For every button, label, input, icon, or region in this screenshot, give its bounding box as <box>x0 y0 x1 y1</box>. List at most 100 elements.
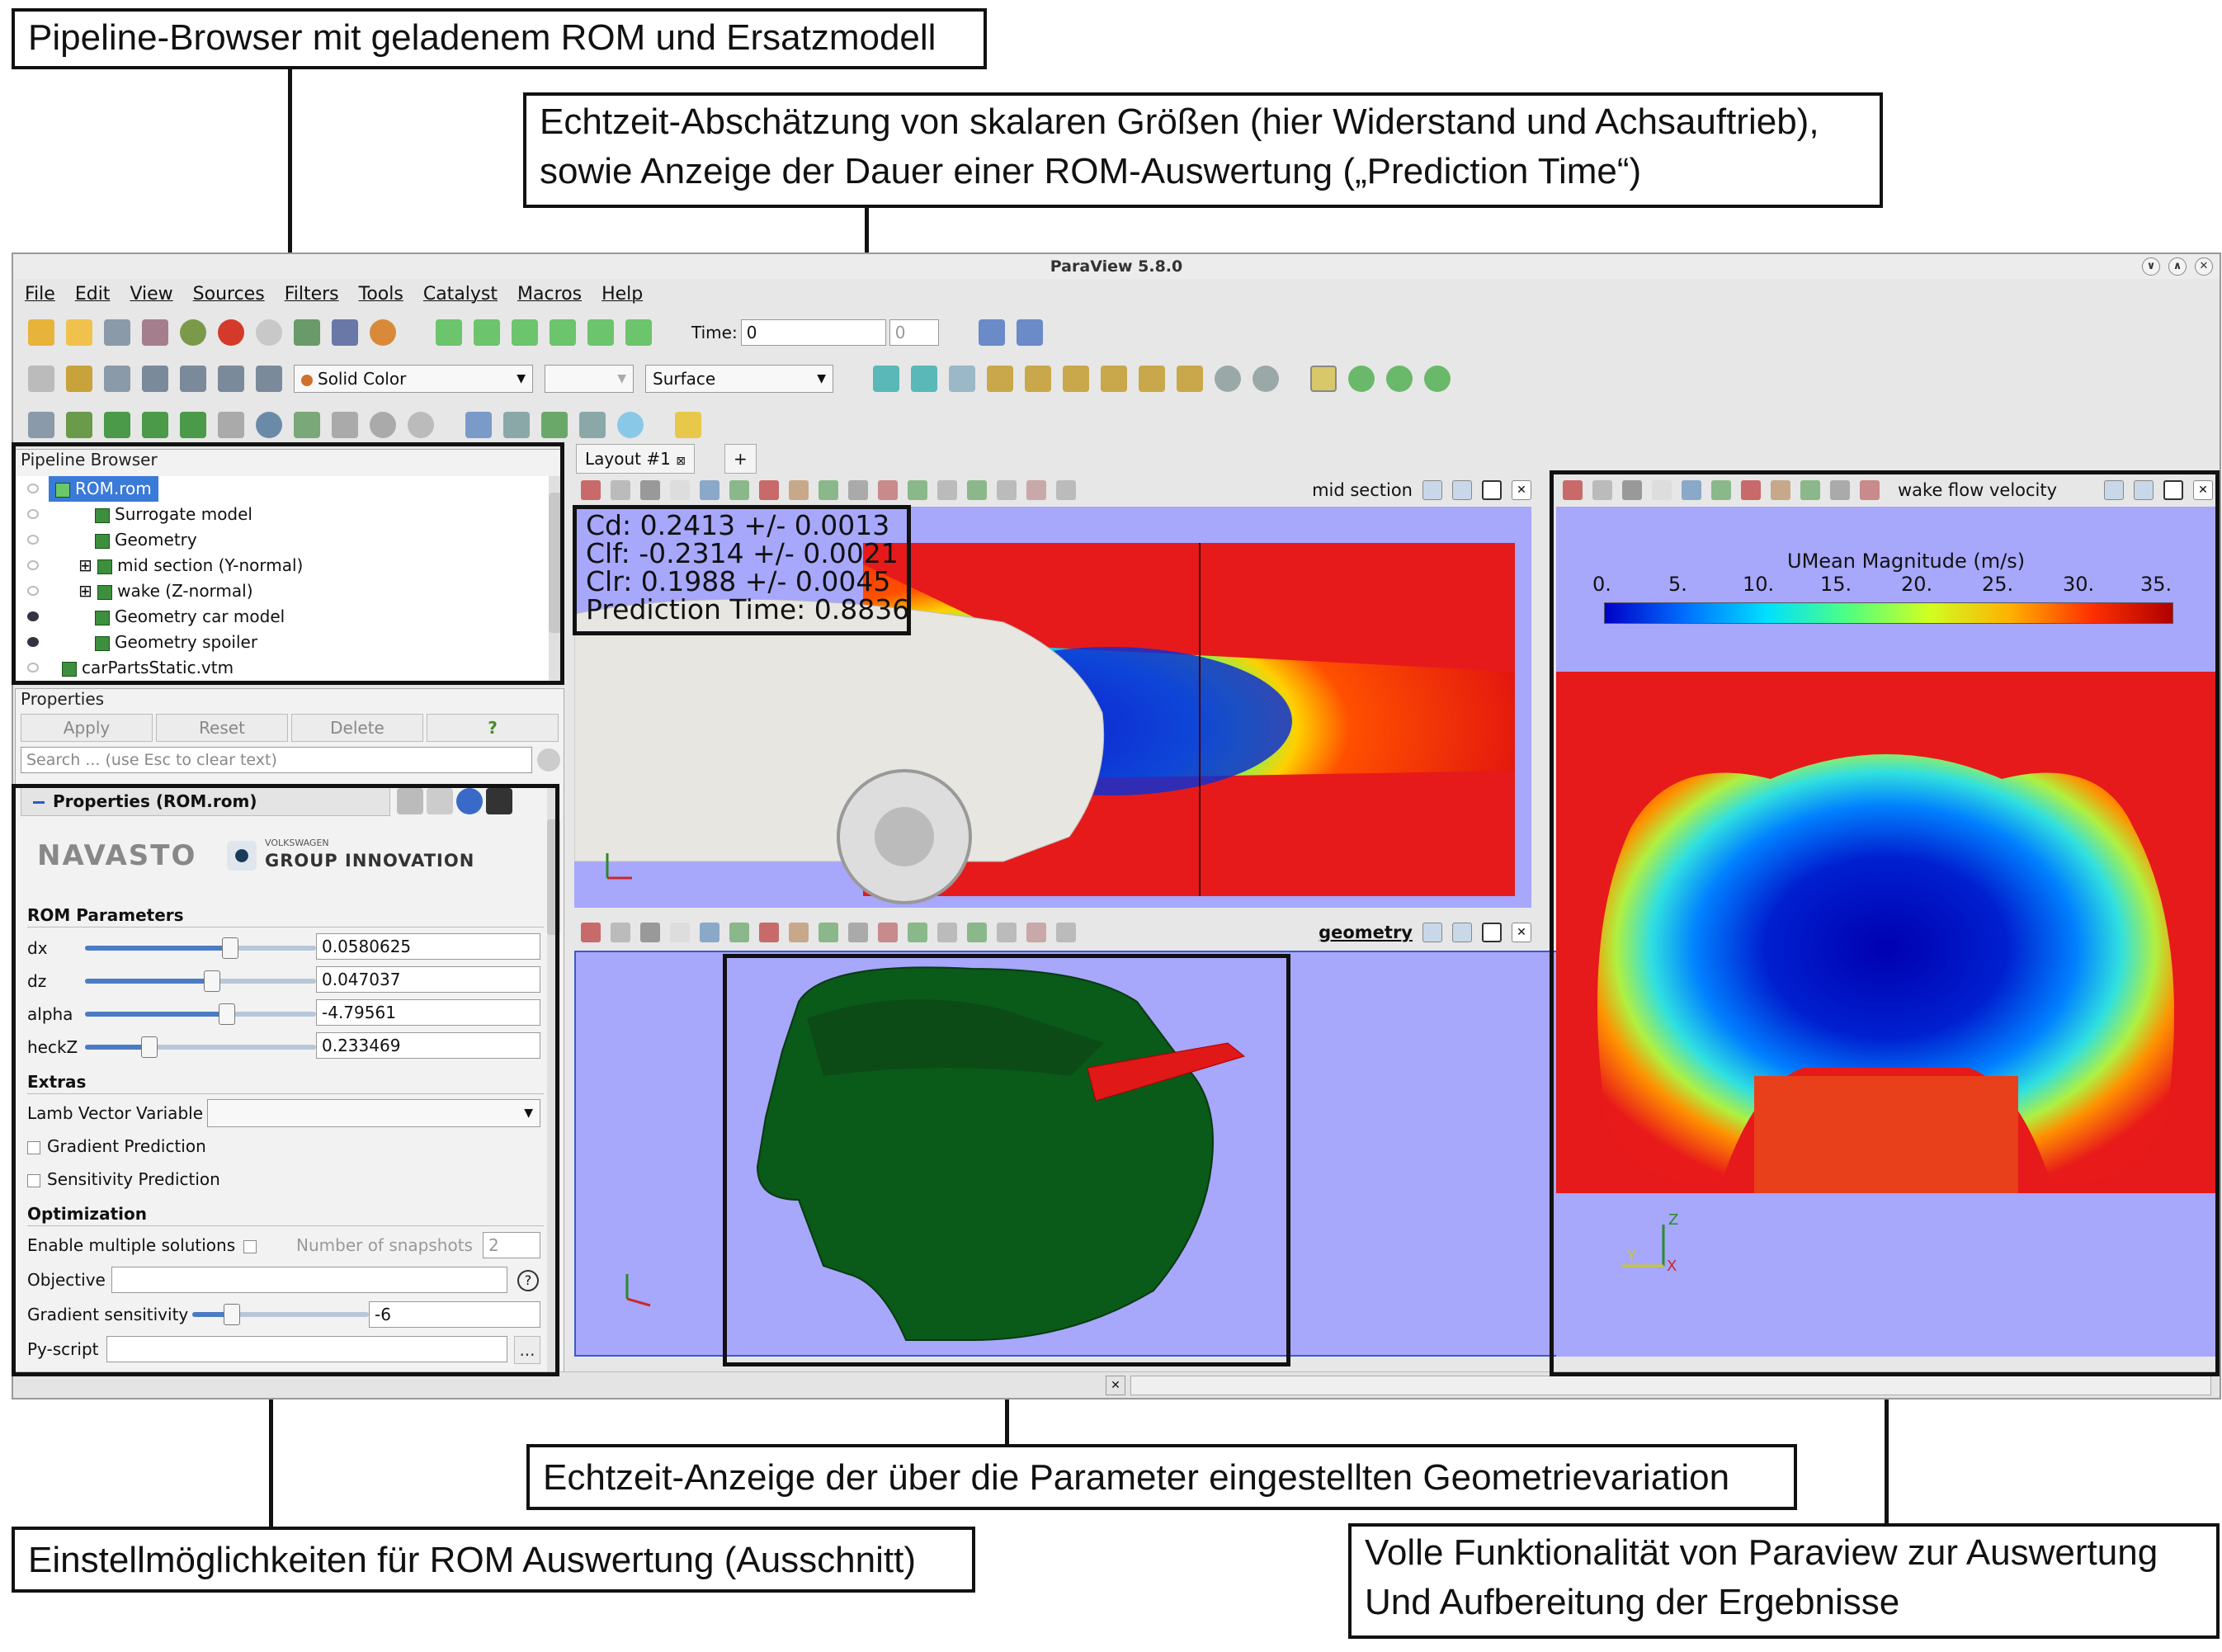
redo-icon[interactable] <box>256 319 282 346</box>
autoapply-icon[interactable] <box>180 319 206 346</box>
last-frame-icon[interactable] <box>587 319 614 346</box>
palette-icon[interactable] <box>370 319 396 346</box>
grow-select-icon[interactable] <box>908 480 927 500</box>
zoom-icon[interactable] <box>700 923 719 942</box>
close-icon[interactable]: ⊠ <box>676 455 686 468</box>
menu-help[interactable]: Help <box>601 284 643 304</box>
view-plus-x-icon[interactable] <box>987 366 1013 392</box>
rotate-minus90-icon[interactable] <box>1253 366 1279 392</box>
menu-catalyst[interactable]: Catalyst <box>423 284 498 304</box>
close-view-icon[interactable]: ✕ <box>1512 480 1531 500</box>
stream-tracer-icon[interactable] <box>294 412 320 438</box>
settings-gear-icon[interactable] <box>537 748 560 772</box>
menu-sources[interactable]: Sources <box>193 284 265 304</box>
select-poly-icon[interactable] <box>878 923 898 942</box>
select-block-icon[interactable] <box>819 923 838 942</box>
reset-view-icon[interactable] <box>581 480 601 500</box>
extract-level-icon[interactable] <box>408 412 434 438</box>
view-minus-y-icon[interactable] <box>1101 366 1127 392</box>
hover-cells-icon[interactable] <box>1026 923 1046 942</box>
pick-center-icon[interactable] <box>1386 366 1413 392</box>
status-close-icon[interactable]: ✕ <box>1106 1376 1125 1395</box>
extract-subset-icon[interactable] <box>218 412 244 438</box>
split-horizontal-icon[interactable] <box>1422 923 1442 942</box>
shrink-select-icon[interactable] <box>937 923 957 942</box>
select-points-icon[interactable] <box>759 480 779 500</box>
color-by-select[interactable]: Solid Color ▼ <box>294 365 533 393</box>
menu-tools[interactable]: Tools <box>359 284 403 304</box>
zoom-icon[interactable] <box>700 480 719 500</box>
select-frustum-icon[interactable] <box>789 480 809 500</box>
extract-select-icon[interactable] <box>967 480 987 500</box>
next-frame-icon[interactable] <box>550 319 576 346</box>
close-icon[interactable]: ✕ <box>2195 257 2213 276</box>
plot-over-line-icon[interactable] <box>503 412 530 438</box>
edit-icon[interactable] <box>541 412 568 438</box>
3d-toggle-icon[interactable] <box>670 923 690 942</box>
view-plus-y-icon[interactable] <box>1063 366 1089 392</box>
menu-view[interactable]: View <box>130 284 172 304</box>
threshold-icon[interactable] <box>180 412 206 438</box>
rescale-custom-icon[interactable] <box>180 366 206 392</box>
select-cells-icon[interactable] <box>729 923 749 942</box>
capture-icon[interactable] <box>611 480 630 500</box>
apply-button[interactable]: Apply <box>21 714 153 742</box>
rescale-visible-icon[interactable] <box>218 366 244 392</box>
save-state-icon[interactable] <box>332 319 358 346</box>
snowflake-icon[interactable] <box>617 412 644 438</box>
folder-icon[interactable] <box>66 319 92 346</box>
zoom-data-icon[interactable] <box>978 319 1005 346</box>
close-view-icon[interactable]: ✕ <box>1512 923 1531 942</box>
color-legend-icon[interactable] <box>66 366 92 392</box>
connect-icon[interactable] <box>104 319 130 346</box>
menu-filters[interactable]: Filters <box>285 284 339 304</box>
clip-icon[interactable] <box>104 412 130 438</box>
group-icon[interactable] <box>370 412 396 438</box>
slice-icon[interactable] <box>142 412 168 438</box>
clear-select-icon[interactable] <box>1056 480 1076 500</box>
rescale-time-icon[interactable] <box>256 366 282 392</box>
prev-frame-icon[interactable] <box>474 319 500 346</box>
zoom-box-icon[interactable] <box>1016 319 1043 346</box>
tab-layout-1[interactable]: Layout #1 ⊠ <box>576 444 695 474</box>
center-axes-icon[interactable] <box>1348 366 1375 392</box>
view-minus-x-icon[interactable] <box>1025 366 1051 392</box>
menu-file[interactable]: File <box>25 284 55 304</box>
select-block-icon[interactable] <box>819 480 838 500</box>
hover-cells-icon[interactable] <box>1026 480 1046 500</box>
view-plus-z-icon[interactable] <box>1139 366 1165 392</box>
hover-icon[interactable] <box>997 480 1017 500</box>
rescale-icon[interactable] <box>142 366 168 392</box>
lock-icon[interactable] <box>28 366 54 392</box>
properties-search-input[interactable]: Search ... (use Esc to clear text) <box>21 747 532 773</box>
rotate-plus90-icon[interactable] <box>1215 366 1241 392</box>
menu-macros[interactable]: Macros <box>517 284 582 304</box>
reset-center-icon[interactable] <box>1424 366 1451 392</box>
camera-icon[interactable] <box>640 480 660 500</box>
glyph-icon[interactable] <box>256 412 282 438</box>
extract-selection-icon[interactable] <box>465 412 492 438</box>
disconnect-icon[interactable] <box>142 319 168 346</box>
extract-select-icon[interactable] <box>967 923 987 942</box>
time-input[interactable]: 0 <box>740 319 886 346</box>
maximize-icon[interactable]: ∧ <box>2168 257 2187 276</box>
camera-undo-icon[interactable] <box>294 319 320 346</box>
tab-add[interactable]: + <box>724 444 757 474</box>
view-minus-z-icon[interactable] <box>1177 366 1203 392</box>
reset-camera-icon[interactable] <box>873 366 899 392</box>
maximize-view-icon[interactable] <box>1482 923 1502 942</box>
maximize-view-icon[interactable] <box>1482 480 1502 500</box>
reset-closest-icon[interactable] <box>911 366 937 392</box>
interactive-select-icon[interactable] <box>848 923 868 942</box>
interaction-mode-icon[interactable] <box>1310 366 1337 392</box>
calculator-icon[interactable] <box>28 412 54 438</box>
component-select[interactable]: ▼ <box>545 365 634 393</box>
hover-icon[interactable] <box>997 923 1017 942</box>
time-index-spinbox[interactable]: 0 <box>889 319 939 346</box>
help-button[interactable]: ? <box>427 714 559 742</box>
open-icon[interactable] <box>28 319 54 346</box>
grow-select-icon[interactable] <box>908 923 927 942</box>
contour-icon[interactable] <box>66 412 92 438</box>
interactive-select-icon[interactable] <box>848 480 868 500</box>
menu-edit[interactable]: Edit <box>75 284 111 304</box>
